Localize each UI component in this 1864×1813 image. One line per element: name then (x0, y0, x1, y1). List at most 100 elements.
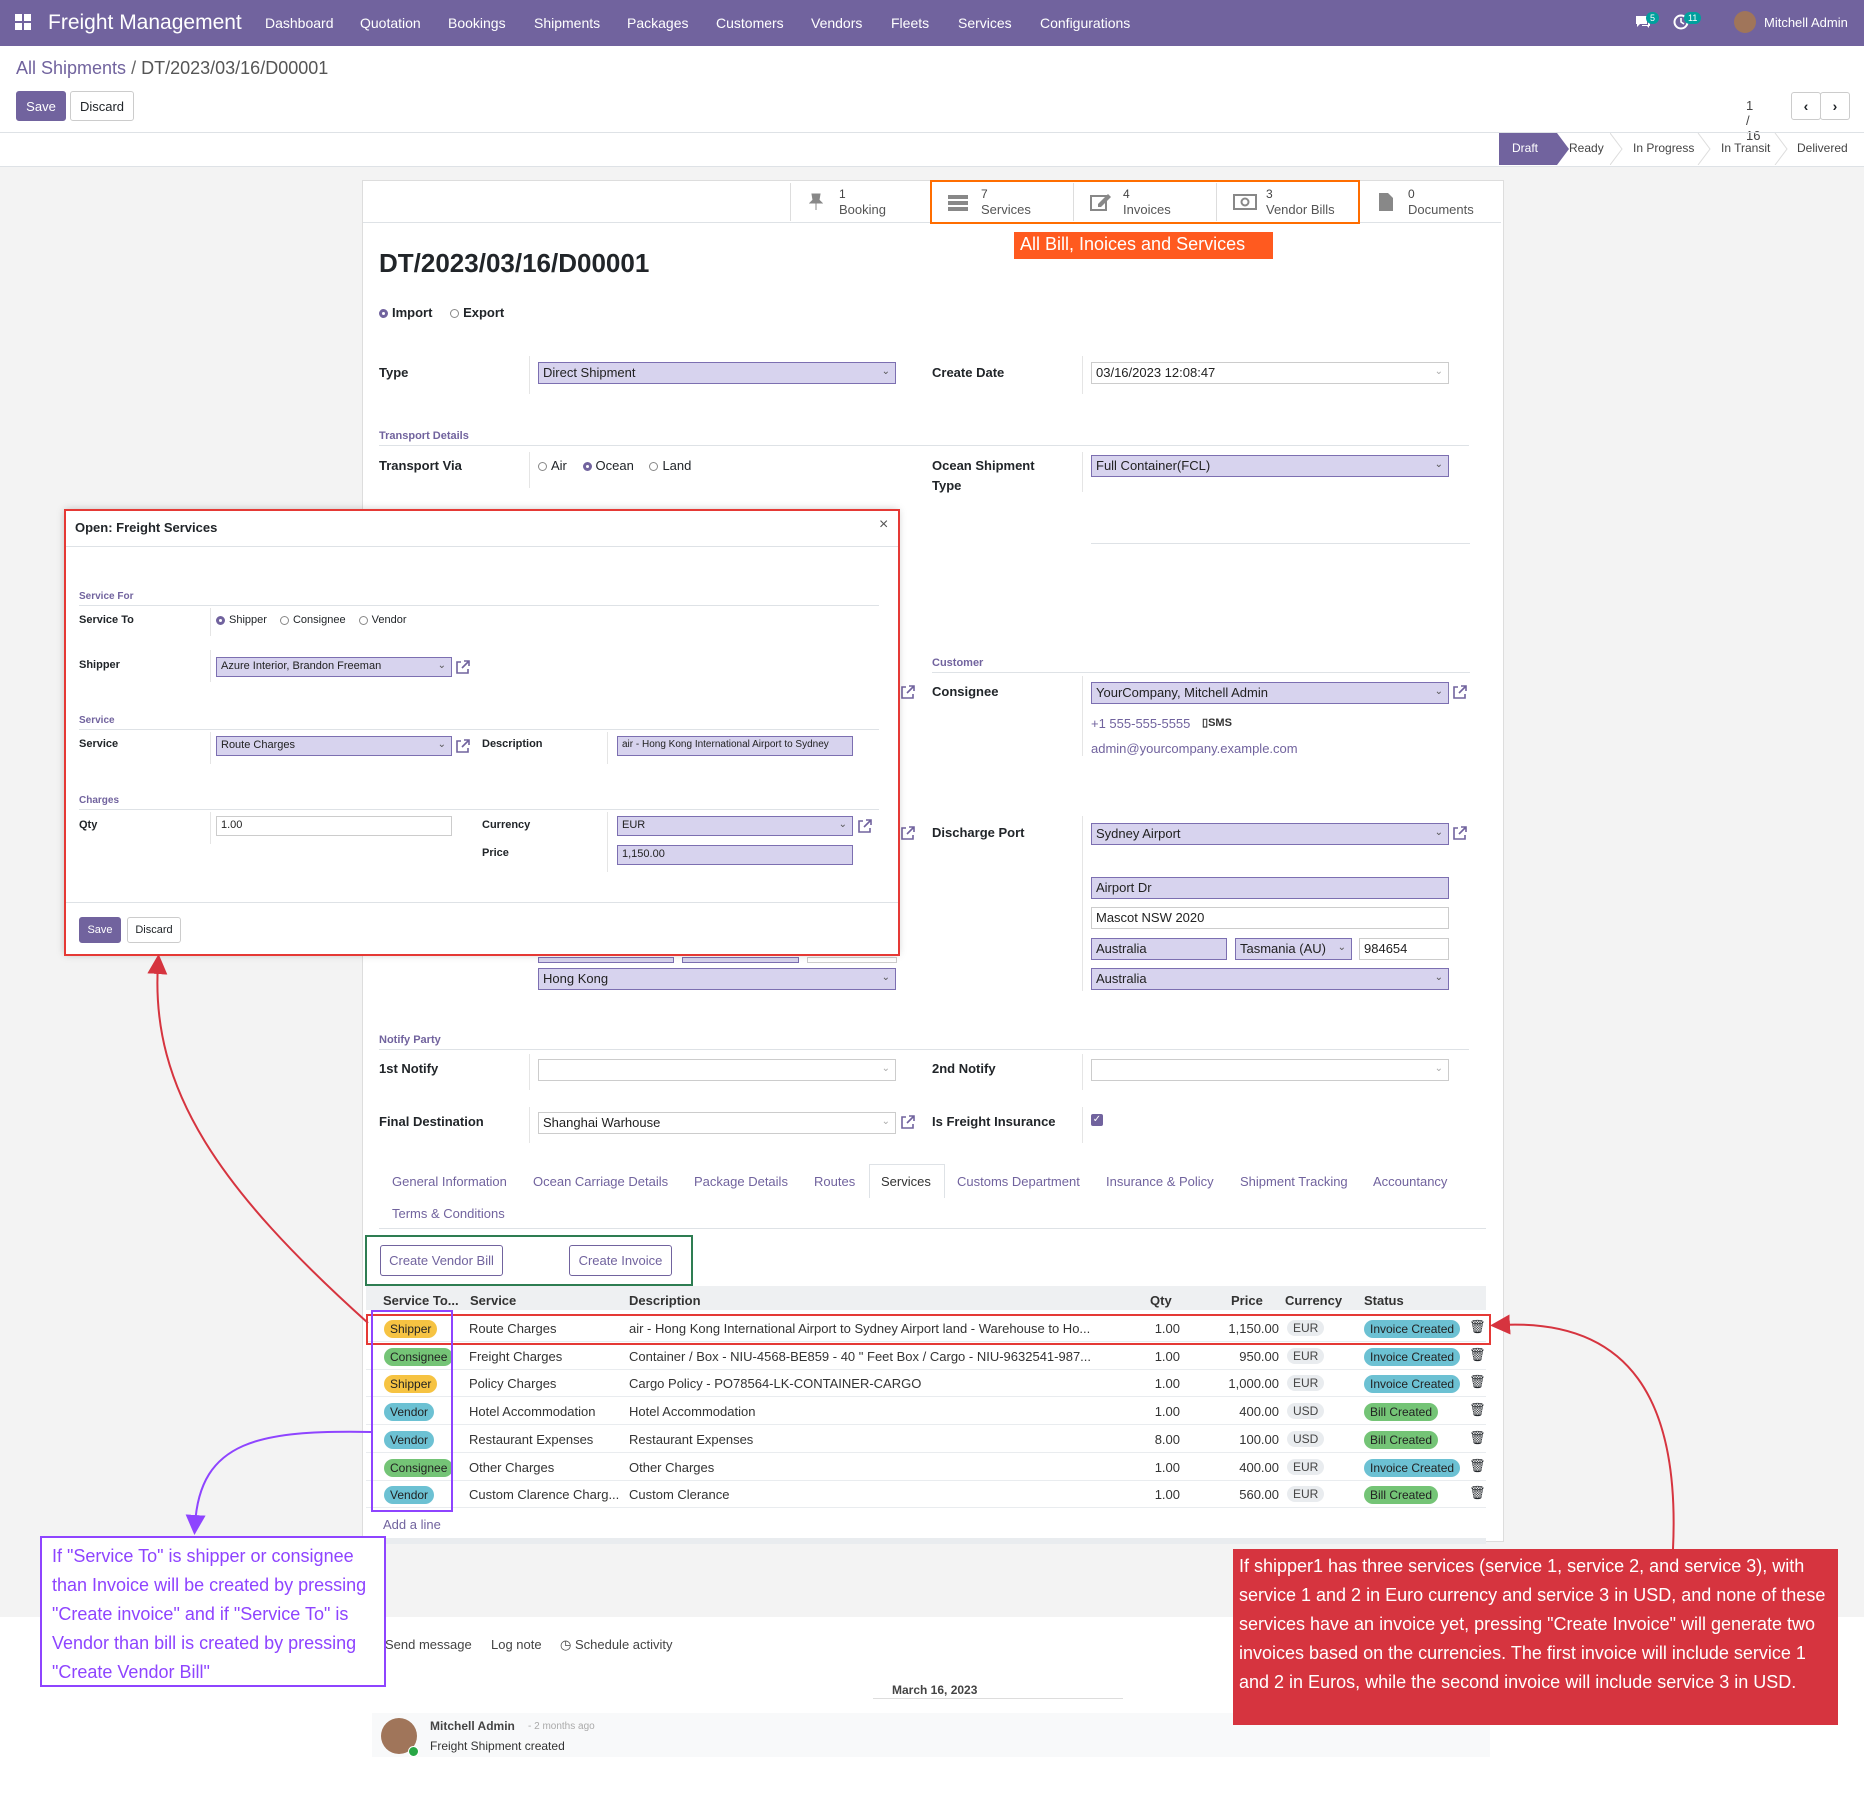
send-message-button[interactable]: Send message (385, 1637, 472, 1652)
tab-accountancy[interactable]: Accountancy (1373, 1174, 1447, 1189)
table-row[interactable]: Consignee Other Charges Other Charges 1.00 4… (366, 1453, 1486, 1481)
qty-cell[interactable]: 1.00 (1110, 1487, 1180, 1502)
qty-cell[interactable]: 1.00 (1110, 1460, 1180, 1475)
radio-export[interactable] (450, 309, 460, 319)
final-destination-select[interactable]: Shanghai Warhouse ⌄ (538, 1112, 896, 1134)
description-cell[interactable]: Hotel Accommodation (629, 1404, 1099, 1419)
origin-country-select[interactable]: Hong Kong ⌄ (538, 968, 896, 990)
trash-icon[interactable]: 🗑 (1469, 1347, 1486, 1363)
pager-previous-button[interactable]: ‹ (1791, 92, 1821, 120)
col-price[interactable]: Price (1231, 1293, 1263, 1308)
menu-vendors[interactable]: Vendors (811, 15, 862, 31)
radio-import[interactable] (379, 309, 388, 319)
country-input[interactable]: Australia (1091, 938, 1227, 960)
service-cell[interactable]: Custom Clarence Charg... (469, 1487, 619, 1502)
menu-services[interactable]: Services (958, 15, 1012, 31)
description-cell[interactable]: Other Charges (629, 1460, 1099, 1475)
description-cell[interactable]: Container / Box - NIU-4568-BE859 - 40 " … (629, 1349, 1099, 1364)
status-draft-label[interactable]: Draft (1512, 141, 1538, 155)
log-note-button[interactable]: Log note (491, 1637, 542, 1652)
country-select[interactable]: Australia ⌄ (1091, 968, 1449, 990)
trash-icon[interactable]: 🗑 (1469, 1485, 1486, 1501)
consignee-email-link[interactable]: admin@yourcompany.example.com (1091, 741, 1298, 756)
description-cell[interactable]: Custom Clerance (629, 1487, 1099, 1502)
user-menu[interactable]: Mitchell Admin (1764, 15, 1848, 30)
sms-button[interactable]: ▯SMS (1202, 716, 1232, 729)
price-cell[interactable]: 1,000.00 (1186, 1376, 1279, 1391)
qty-cell[interactable]: 8.00 (1110, 1432, 1180, 1447)
external-link-icon[interactable] (901, 826, 915, 840)
street-input[interactable]: Airport Dr (1091, 877, 1449, 899)
external-link-icon[interactable] (1453, 685, 1467, 699)
trash-icon[interactable]: 🗑 (1469, 1458, 1486, 1474)
create-date-input[interactable]: 03/16/2023 12:08:47 ⌄ (1091, 362, 1449, 384)
user-avatar[interactable] (1734, 11, 1756, 33)
partial-field[interactable] (538, 957, 674, 963)
menu-fleets[interactable]: Fleets (891, 15, 929, 31)
schedule-activity-button[interactable]: ◷ Schedule activity (560, 1637, 673, 1653)
message-author[interactable]: Mitchell Admin (430, 1719, 515, 1733)
menu-configurations[interactable]: Configurations (1040, 15, 1130, 31)
apps-menu-icon[interactable] (14, 13, 32, 31)
description-cell[interactable]: Restaurant Expenses (629, 1432, 1099, 1447)
trash-icon[interactable]: 🗑 (1469, 1430, 1486, 1446)
ocean-shipment-type-select[interactable]: Full Container(FCL) ⌄ (1091, 455, 1449, 477)
price-cell[interactable]: 400.00 (1186, 1404, 1279, 1419)
price-cell[interactable]: 560.00 (1186, 1487, 1279, 1502)
table-row[interactable]: Vendor Custom Clarence Charg... Custom Cle… (366, 1480, 1486, 1509)
tab-services[interactable]: Services (881, 1174, 931, 1189)
smart-button-documents[interactable]: 0 Documents (1359, 183, 1502, 221)
tab-insurance-policy[interactable]: Insurance & Policy (1106, 1174, 1214, 1189)
service-cell[interactable]: Other Charges (469, 1460, 619, 1475)
col-currency[interactable]: Currency (1285, 1293, 1342, 1308)
tab-general-information[interactable]: General Information (392, 1174, 507, 1189)
consignee-select[interactable]: YourCompany, Mitchell Admin ⌄ (1091, 682, 1449, 704)
tab-terms-conditions[interactable]: Terms & Conditions (392, 1206, 505, 1221)
qty-cell[interactable]: 1.00 (1110, 1376, 1180, 1391)
tab-routes[interactable]: Routes (814, 1174, 855, 1189)
menu-quotation[interactable]: Quotation (360, 15, 421, 31)
trash-icon[interactable]: 🗑 (1469, 1374, 1486, 1390)
col-service-to[interactable]: Service To... (383, 1293, 459, 1308)
service-cell[interactable]: Hotel Accommodation (469, 1404, 619, 1419)
second-notify-select[interactable]: ⌄ (1091, 1059, 1449, 1081)
tab-shipment-tracking[interactable]: Shipment Tracking (1240, 1174, 1348, 1189)
table-row[interactable]: Vendor Restaurant Expenses Restaurant Expe… (366, 1425, 1486, 1453)
col-qty[interactable]: Qty (1150, 1293, 1172, 1308)
price-cell[interactable]: 950.00 (1186, 1349, 1279, 1364)
app-brand[interactable]: Freight Management (48, 11, 242, 35)
table-row[interactable]: Vendor Hotel Accommodation Hotel Accommoda… (366, 1397, 1486, 1426)
external-link-icon[interactable] (901, 1115, 915, 1129)
trash-icon[interactable]: 🗑 (1469, 1402, 1486, 1418)
smart-button-booking[interactable]: 1 Booking (790, 183, 931, 221)
menu-customers[interactable]: Customers (716, 15, 784, 31)
discard-button[interactable]: Discard (70, 91, 134, 121)
external-link-icon[interactable] (901, 685, 915, 699)
city-input[interactable]: Mascot NSW 2020 (1091, 907, 1449, 929)
zip-input[interactable]: 984654 (1359, 938, 1449, 960)
col-description[interactable]: Description (629, 1293, 701, 1308)
price-cell[interactable]: 400.00 (1186, 1460, 1279, 1475)
breadcrumb-parent-link[interactable]: All Shipments (16, 58, 126, 78)
table-row[interactable]: Shipper Policy Charges Cargo Policy - PO78… (366, 1369, 1486, 1398)
menu-bookings[interactable]: Bookings (448, 15, 506, 31)
service-cell[interactable]: Policy Charges (469, 1376, 619, 1391)
description-cell[interactable]: Cargo Policy - PO78564-LK-CONTAINER-CARG… (629, 1376, 1099, 1391)
qty-cell[interactable]: 1.00 (1110, 1404, 1180, 1419)
type-select[interactable]: Direct Shipment ⌄ (538, 362, 896, 384)
add-line-link[interactable]: Add a line (383, 1517, 441, 1532)
radio-air[interactable] (538, 462, 547, 472)
menu-dashboard[interactable]: Dashboard (265, 15, 334, 31)
tab-ocean-carriage-details[interactable]: Ocean Carriage Details (533, 1174, 668, 1189)
tab-customs-department[interactable]: Customs Department (957, 1174, 1080, 1189)
freight-insurance-checkbox[interactable]: ✓ (1091, 1114, 1103, 1126)
external-link-icon[interactable] (1453, 826, 1467, 840)
save-button[interactable]: Save (16, 91, 66, 121)
service-cell[interactable]: Freight Charges (469, 1349, 619, 1364)
price-cell[interactable]: 100.00 (1186, 1432, 1279, 1447)
radio-land[interactable] (649, 462, 659, 472)
qty-cell[interactable]: 1.00 (1110, 1349, 1180, 1364)
col-status[interactable]: Status (1364, 1293, 1404, 1308)
tab-package-details[interactable]: Package Details (694, 1174, 788, 1189)
partial-field[interactable] (682, 957, 799, 963)
